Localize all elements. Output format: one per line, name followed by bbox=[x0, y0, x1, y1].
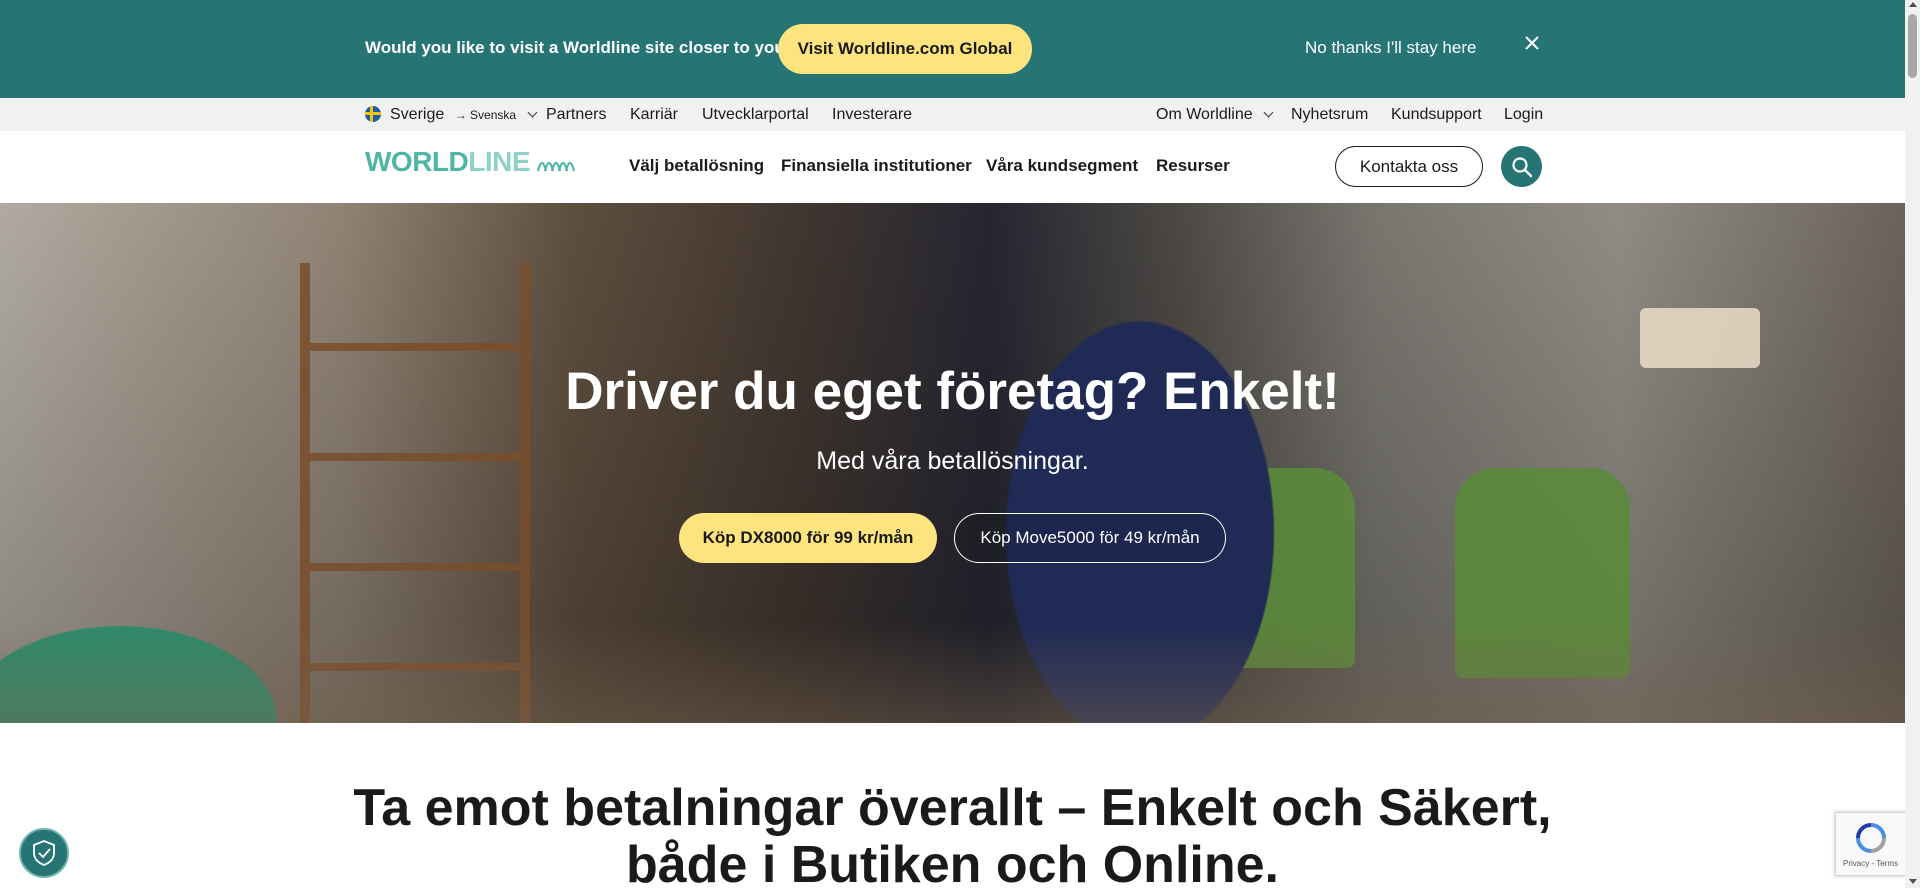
close-icon[interactable] bbox=[1521, 33, 1543, 55]
chevron-down-icon bbox=[527, 107, 537, 118]
recaptcha-icon bbox=[1855, 822, 1886, 853]
hero-image-lamp bbox=[1640, 308, 1760, 368]
om-worldline-label: Om Worldline bbox=[1156, 106, 1253, 123]
sweden-flag-icon bbox=[365, 106, 381, 122]
buy-move5000-button[interactable]: Köp Move5000 för 49 kr/mån bbox=[954, 513, 1226, 563]
chevron-down-icon bbox=[1263, 107, 1274, 118]
contact-button[interactable]: Kontakta oss bbox=[1335, 146, 1483, 187]
search-button[interactable] bbox=[1501, 146, 1542, 187]
util-link-partners[interactable]: Partners bbox=[546, 106, 606, 124]
geo-question: Would you like to visit a Worldline site… bbox=[365, 38, 796, 57]
nav-resurser[interactable]: Resurser bbox=[1156, 156, 1230, 176]
logo-text-line: LINE bbox=[468, 146, 531, 177]
util-link-investerare[interactable]: Investerare bbox=[832, 106, 912, 124]
shield-check-icon bbox=[33, 840, 55, 866]
section-title-line1: Ta emot betalningar överallt – Enkelt oc… bbox=[353, 779, 1552, 837]
geo-banner: Would you like to visit a Worldline site… bbox=[0, 0, 1905, 98]
search-icon bbox=[1511, 156, 1532, 177]
util-link-kundsupport[interactable]: Kundsupport bbox=[1391, 106, 1482, 124]
util-link-karriar[interactable]: Karriär bbox=[630, 106, 678, 124]
visit-global-button[interactable]: Visit Worldline.com Global bbox=[778, 24, 1032, 74]
util-link-om-worldline[interactable]: Om Worldline bbox=[1156, 106, 1274, 124]
logo-wordmark: WORLDLINE bbox=[365, 146, 531, 178]
nav-valj-betallosning[interactable]: Välj betallösning bbox=[629, 156, 764, 176]
nav-finansiella-institutioner[interactable]: Finansiella institutioner bbox=[781, 156, 972, 176]
page-scrollbar[interactable] bbox=[1905, 0, 1920, 888]
country-selector[interactable]: Sverige → Svenska bbox=[390, 106, 537, 124]
util-link-login[interactable]: Login bbox=[1504, 106, 1543, 124]
language-label: → Svenska bbox=[454, 108, 517, 122]
privacy-settings-button[interactable] bbox=[19, 828, 69, 878]
nav-vara-kundsegment[interactable]: Våra kundsegment bbox=[986, 156, 1138, 176]
utility-bar bbox=[0, 98, 1905, 131]
logo-text-world: WORLD bbox=[365, 146, 469, 177]
section-title-line2: både i Butiken och Online. bbox=[626, 836, 1279, 888]
stay-here-link[interactable]: No thanks I'll stay here bbox=[1305, 38, 1476, 58]
country-label: Sverige bbox=[390, 106, 445, 123]
logo-waves-icon bbox=[536, 161, 576, 172]
scroll-down-icon[interactable] bbox=[1909, 879, 1917, 884]
hero-image-floor bbox=[0, 623, 1905, 723]
hero-title: Driver du eget företag? Enkelt! bbox=[565, 362, 1340, 421]
util-link-utvecklarportal[interactable]: Utvecklarportal bbox=[702, 106, 809, 124]
buy-dx8000-button[interactable]: Köp DX8000 för 99 kr/mån bbox=[679, 513, 937, 563]
section-title: Ta emot betalningar överallt – Enkelt oc… bbox=[0, 780, 1905, 888]
util-link-nyhetsrum[interactable]: Nyhetsrum bbox=[1291, 106, 1368, 124]
hero-subtitle: Med våra betallösningar. bbox=[816, 447, 1089, 475]
close-icon-svg bbox=[1525, 36, 1539, 50]
hero-banner: Driver du eget företag? Enkelt! Med våra… bbox=[0, 203, 1905, 723]
scroll-up-icon[interactable] bbox=[1909, 2, 1917, 7]
worldline-logo[interactable]: WORLDLINE bbox=[365, 146, 578, 177]
recaptcha-links[interactable]: Privacy - Terms bbox=[1843, 859, 1898, 868]
scrollbar-thumb[interactable] bbox=[1908, 14, 1917, 78]
recaptcha-badge[interactable]: Privacy - Terms bbox=[1835, 812, 1905, 876]
